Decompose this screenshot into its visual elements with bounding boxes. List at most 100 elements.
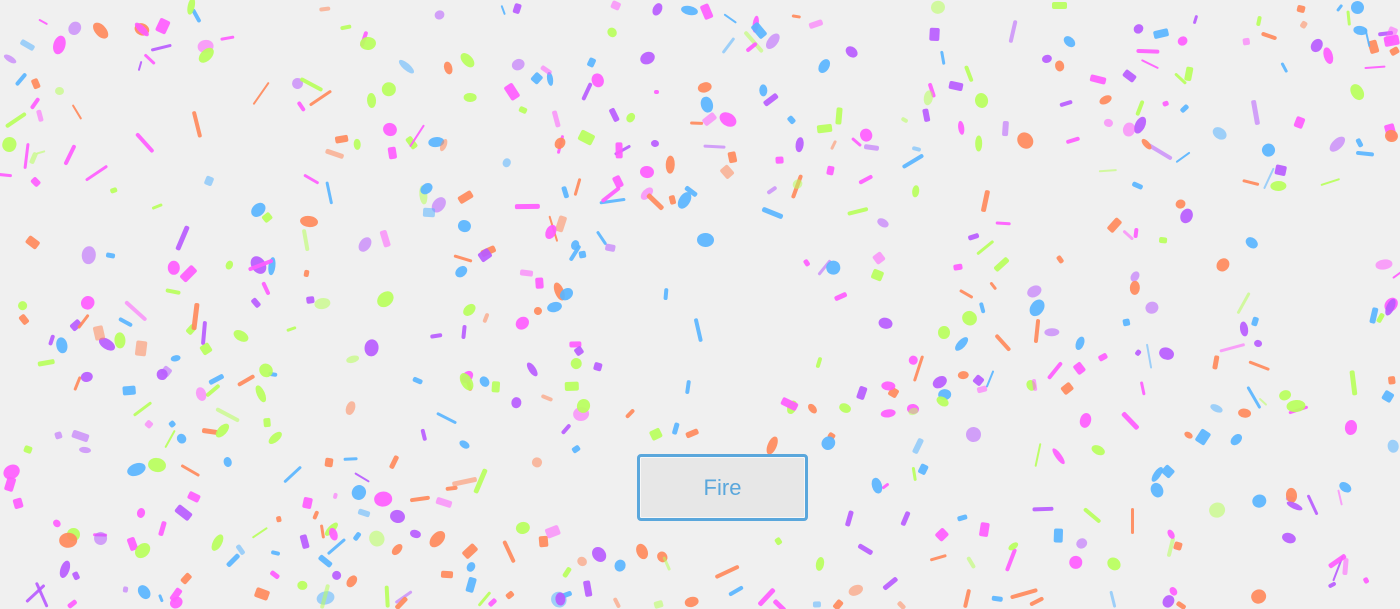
confetti-piece [436,411,458,425]
confetti-piece [699,2,714,21]
confetti-piece [1352,24,1368,36]
confetti-piece [749,21,767,40]
confetti-piece [609,0,622,11]
confetti-piece [70,429,90,443]
confetti-piece [1383,128,1400,143]
confetti-piece [844,510,854,528]
confetti-piece [816,124,833,134]
confetti-piece [761,206,784,220]
confetti-piece [1380,389,1395,404]
confetti-piece [1277,388,1293,403]
confetti-piece [204,175,215,187]
confetti-piece [763,31,783,52]
confetti-piece [1299,20,1309,30]
confetti-piece [231,327,251,345]
confetti-piece [551,280,568,302]
confetti-piece [89,19,111,42]
confetti-piece [1065,136,1081,145]
confetti-piece [366,92,377,109]
confetti-piece [978,301,986,314]
confetti-piece [1031,378,1037,391]
confetti-piece [1174,197,1188,210]
confetti-piece [847,207,869,217]
confetti-piece [1332,555,1345,582]
confetti-piece [236,373,256,387]
confetti-piece [482,312,490,324]
confetti-piece [404,135,418,151]
confetti-piece [25,583,46,603]
confetti-piece [1004,548,1018,573]
confetti-piece [595,230,607,246]
confetti-piece [1131,22,1146,36]
confetti-piece [1209,124,1229,142]
confetti-piece [1134,348,1142,357]
confetti-piece [135,583,153,602]
confetti-piece [37,358,55,367]
confetti-piece [514,520,531,536]
confetti-piece [389,455,400,470]
confetti-piece [175,432,189,446]
confetti-piece [538,535,549,548]
confetti-piece [1284,487,1298,503]
confetti-piece [573,345,585,357]
confetti-piece [1377,30,1393,36]
confetti-piece [929,554,947,562]
confetti-piece [122,586,129,593]
confetti-piece [92,325,106,342]
confetti-piece [167,419,177,429]
confetti-piece [881,576,899,591]
confetti-piece [787,114,797,125]
confetti-piece [461,543,479,560]
confetti-piece [680,4,699,17]
confetti-piece [510,396,523,410]
confetti-piece [453,264,470,280]
confetti-piece [442,60,454,76]
confetti-piece [901,153,924,169]
confetti-piece [1285,495,1296,503]
confetti-piece [650,2,665,18]
confetti-piece [322,521,340,539]
confetti-piece [359,30,368,48]
confetti-piece [908,355,920,367]
confetti-piece [435,496,453,508]
confetti-piece [850,136,862,147]
confetti-piece [461,324,468,339]
confetti-piece [1097,93,1114,107]
confetti-piece [1140,59,1159,70]
confetti-piece [763,92,780,107]
confetti-piece [561,566,572,579]
confetti-piece [981,190,990,213]
confetti-piece [465,576,477,593]
confetti-piece [456,218,472,234]
confetti-piece [373,287,397,311]
confetti-piece [985,369,995,388]
confetti-piece [612,558,627,574]
confetti-piece [1212,355,1220,371]
confetti-piece [58,559,73,580]
confetti-piece [386,146,397,161]
confetti-piece [1241,179,1260,187]
confetti-piece [958,288,973,299]
confetti-piece [225,552,241,568]
fire-button[interactable]: Fire [637,454,808,521]
confetti-piece [460,300,479,319]
confetti-piece [605,25,619,40]
confetti-piece [429,333,443,340]
confetti-piece [880,380,896,391]
confetti-piece [477,247,494,263]
confetti-piece [457,50,477,70]
confetti-piece [282,465,302,485]
confetti-piece [51,34,68,56]
confetti-piece [135,131,156,153]
confetti-piece [195,44,217,66]
confetti-piece [263,418,272,428]
confetti-piece [1029,595,1045,606]
confetti-piece [1131,114,1149,136]
confetti-piece [418,185,428,205]
confetti-piece [817,259,832,276]
confetti-piece [953,263,963,271]
confetti-piece [155,368,169,381]
confetti-piece [124,300,148,322]
confetti-piece [479,244,497,258]
confetti-piece [1376,312,1386,324]
